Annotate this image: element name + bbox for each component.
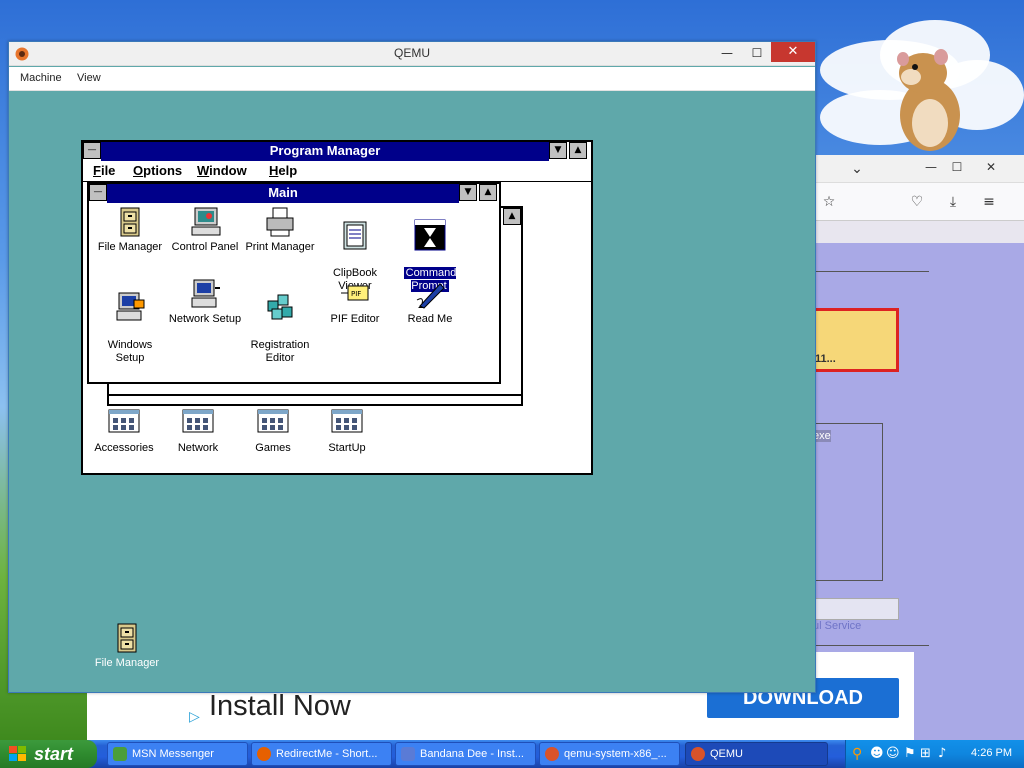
maximize-arrow-icon[interactable]: ▲ <box>569 142 587 159</box>
printer-icon <box>266 207 294 237</box>
program-group-icon <box>182 409 214 433</box>
maximize-icon[interactable]: ☐ <box>947 157 967 177</box>
menu-file[interactable]: File <box>93 163 115 178</box>
ms-dos-icon <box>414 219 446 251</box>
qemu-titlebar[interactable]: QEMU — ☐ ✕ <box>9 42 815 66</box>
task-qemu-system[interactable]: qemu-system-x86_... <box>539 742 680 766</box>
taskbar: start MSN Messenger RedirectMe - Short..… <box>0 740 1024 768</box>
windows-setup-item[interactable]: Windows Setup <box>91 278 169 365</box>
file-manager-item[interactable]: File Manager <box>91 206 169 254</box>
messenger-tray-icon[interactable]: ☻ <box>870 746 884 761</box>
pm-menubar: File Options Window Help <box>83 161 591 182</box>
input-field[interactable] <box>813 598 899 620</box>
firefox-icon <box>257 747 271 761</box>
svg-text:PIF: PIF <box>351 290 361 298</box>
close-icon[interactable]: ✕ <box>981 157 1001 177</box>
browser-titlebar: ⌄ — ☐ ✕ <box>813 155 1024 183</box>
divider <box>813 271 929 272</box>
minimize-arrow-icon[interactable]: ▼ <box>549 142 567 159</box>
main-group-window[interactable]: — Main ▼ ▲ File Manager Control Panel Pr… <box>87 182 501 384</box>
control-panel-icon <box>191 207 221 236</box>
menu-view[interactable]: View <box>77 72 101 84</box>
minimize-arrow-icon[interactable]: ▼ <box>459 184 477 201</box>
star-icon[interactable]: ☆ <box>819 192 839 212</box>
start-button[interactable]: start <box>0 740 97 768</box>
qemu-icon <box>691 747 705 761</box>
service-link[interactable]: ul Service <box>813 620 861 632</box>
read-me-icon <box>416 283 445 309</box>
window-edge <box>109 394 521 404</box>
hamster-mascot-icon <box>897 49 960 151</box>
registry-icon <box>267 294 293 320</box>
divider <box>813 645 929 646</box>
task-msn-messenger[interactable]: MSN Messenger <box>107 742 248 766</box>
task-bandana-dee[interactable]: Bandana Dee - Inst... <box>395 742 536 766</box>
menu-help[interactable]: Help <box>269 163 297 178</box>
clipbook-icon <box>343 221 367 250</box>
messenger-chat-icon <box>401 747 415 761</box>
program-group-icon <box>257 409 289 433</box>
ad-headline: Install Now <box>209 690 351 722</box>
file-cabinet-icon <box>120 207 140 237</box>
search-icon[interactable]: ⚲ <box>852 746 862 762</box>
qemu-window[interactable]: QEMU — ☐ ✕ Machine View — Program Manage… <box>8 41 816 693</box>
menu-machine[interactable]: Machine <box>20 72 62 84</box>
group-network[interactable]: Network <box>159 407 237 455</box>
registration-editor-item[interactable]: Registration Editor <box>241 278 319 365</box>
menu-options[interactable]: Options <box>133 163 182 178</box>
ad-play-icon: ▷ <box>189 708 200 724</box>
start-label: start <box>34 744 74 764</box>
minimized-file-manager[interactable]: File Manager <box>88 622 166 670</box>
windows-logo-icon <box>9 746 26 761</box>
clock[interactable]: 4:26 PM <box>971 747 1012 759</box>
menu-icon[interactable]: ≡ <box>979 192 999 212</box>
control-panel-item[interactable]: Control Panel <box>166 206 244 254</box>
minimize-button[interactable]: — <box>713 42 741 64</box>
control-menu-box[interactable]: — <box>83 142 101 159</box>
windows-setup-icon <box>116 292 145 321</box>
network-tray-icon[interactable]: ⊞ <box>920 746 931 761</box>
close-button[interactable]: ✕ <box>771 42 815 62</box>
group-games[interactable]: Games <box>234 407 312 455</box>
users-tray-icon[interactable]: ☺ <box>886 746 900 761</box>
program-group-icon <box>331 409 363 433</box>
browser-toolbar: ☆ ♡ ⤓ ≡ <box>813 183 1024 221</box>
control-menu-box[interactable]: — <box>89 184 107 201</box>
pif-editor-item[interactable]: PIF PIF Editor <box>316 278 394 326</box>
pif-icon: PIF <box>341 285 369 301</box>
read-me-item[interactable]: Read Me <box>391 278 469 326</box>
notice-box: 11... <box>813 308 899 372</box>
qemu-icon <box>545 747 559 761</box>
chevron-down-icon[interactable]: ⌄ <box>847 159 867 179</box>
main-group-title: Main <box>107 184 459 203</box>
msn-messenger-icon <box>113 747 127 761</box>
program-manager-window[interactable]: — Program Manager ▼ ▲ File Options Windo… <box>81 140 593 475</box>
task-firefox-redirectme[interactable]: RedirectMe - Short... <box>251 742 392 766</box>
scroll-up-arrow-icon[interactable]: ▲ <box>503 208 521 225</box>
file-cabinet-icon <box>117 623 137 653</box>
pocket-icon[interactable]: ♡ <box>907 192 927 212</box>
task-qemu[interactable]: QEMU <box>685 742 828 766</box>
window-title: QEMU <box>394 46 430 60</box>
system-tray: ⚲ ☻ ☺ ⚑ ⊞ ♪ 4:26 PM <box>845 740 1024 768</box>
qemu-menubar: Machine View <box>9 67 815 91</box>
notice-text: 11... <box>815 353 836 365</box>
group-accessories[interactable]: Accessories <box>85 407 163 455</box>
network-setup-item[interactable]: Network Setup <box>166 278 244 326</box>
print-manager-item[interactable]: Print Manager <box>241 206 319 254</box>
volume-icon[interactable]: ♪ <box>938 746 946 761</box>
maximize-button[interactable]: ☐ <box>743 42 771 64</box>
program-group-icon <box>108 409 140 433</box>
network-setup-icon <box>191 279 220 308</box>
flag-icon[interactable]: ⚑ <box>904 746 916 761</box>
program-manager-title: Program Manager <box>101 142 549 161</box>
download-icon[interactable]: ⤓ <box>943 192 963 212</box>
maximize-arrow-icon[interactable]: ▲ <box>479 184 497 201</box>
menu-window[interactable]: Window <box>197 163 247 178</box>
minimize-icon[interactable]: — <box>921 157 941 177</box>
group-startup[interactable]: StartUp <box>308 407 386 455</box>
textarea[interactable]: exe <box>813 423 883 581</box>
